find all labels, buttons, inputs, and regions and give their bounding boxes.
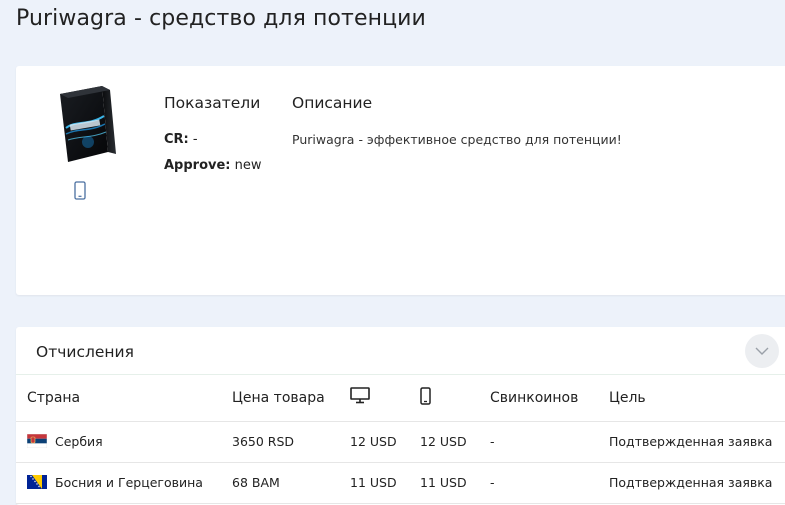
stats-heading: Показатели [164, 94, 261, 112]
payouts-card: Отчисления Страна Цена товара Свинкоинов… [16, 327, 785, 505]
approve-value: new [230, 158, 262, 173]
page-title: Puriwagra - средство для потенции [16, 6, 426, 31]
desktop-icon [350, 387, 370, 404]
swincoins-cell: - [490, 462, 609, 504]
column-swincoins: Свинкоинов [490, 375, 609, 422]
goal-cell: Подтвержденная заявка [609, 421, 785, 463]
payouts-table: Страна Цена товара Свинкоинов Цель Серби… [16, 375, 785, 504]
country-name: Сербия [55, 434, 103, 449]
price-cell: 68 BAM [232, 462, 350, 504]
column-price: Цена товара [232, 375, 350, 422]
table-header-row: Страна Цена товара Свинкоинов Цель [16, 375, 785, 422]
approve-stat: Approve: new [164, 158, 262, 173]
desktop-payout-cell: 12 USD [350, 421, 420, 463]
column-desktop [350, 375, 420, 422]
product-image [60, 86, 116, 162]
offer-card: Показатели Описание CR: - Approve: new P… [16, 66, 785, 295]
offer-description: Puriwagra - эффективное средство для пот… [292, 132, 622, 147]
approve-label: Approve: [164, 158, 231, 173]
mobile-payout-cell: 11 USD [420, 462, 490, 504]
column-mobile [420, 375, 490, 422]
swincoins-cell: - [490, 421, 609, 463]
cr-label: CR: [164, 132, 189, 147]
column-country: Страна [16, 375, 232, 422]
mobile-icon [74, 181, 86, 200]
mobile-payout-cell: 12 USD [420, 421, 490, 463]
table-row: Сербия 3650 RSD 12 USD 12 USD - Подтверж… [16, 421, 785, 463]
desktop-payout-cell: 11 USD [350, 462, 420, 504]
payouts-header: Отчисления [16, 327, 785, 375]
price-cell: 3650 RSD [232, 421, 350, 463]
goal-cell: Подтвержденная заявка [609, 462, 785, 504]
collapse-button[interactable] [745, 334, 779, 368]
cr-value: - [188, 132, 198, 147]
serbia-flag-icon [27, 434, 47, 448]
country-name: Босния и Герцеговина [55, 475, 203, 490]
country-cell: Сербия [16, 421, 232, 463]
cr-stat: CR: - [164, 132, 198, 147]
table-row: Босния и Герцеговина 68 BAM 11 USD 11 US… [16, 462, 785, 504]
column-goal: Цель [609, 375, 785, 422]
bosnia-flag-icon [27, 475, 47, 489]
payouts-title: Отчисления [36, 343, 134, 361]
country-cell: Босния и Герцеговина [16, 462, 232, 504]
description-heading: Описание [292, 94, 373, 112]
mobile-icon [420, 387, 431, 405]
chevron-down-icon [755, 347, 769, 355]
